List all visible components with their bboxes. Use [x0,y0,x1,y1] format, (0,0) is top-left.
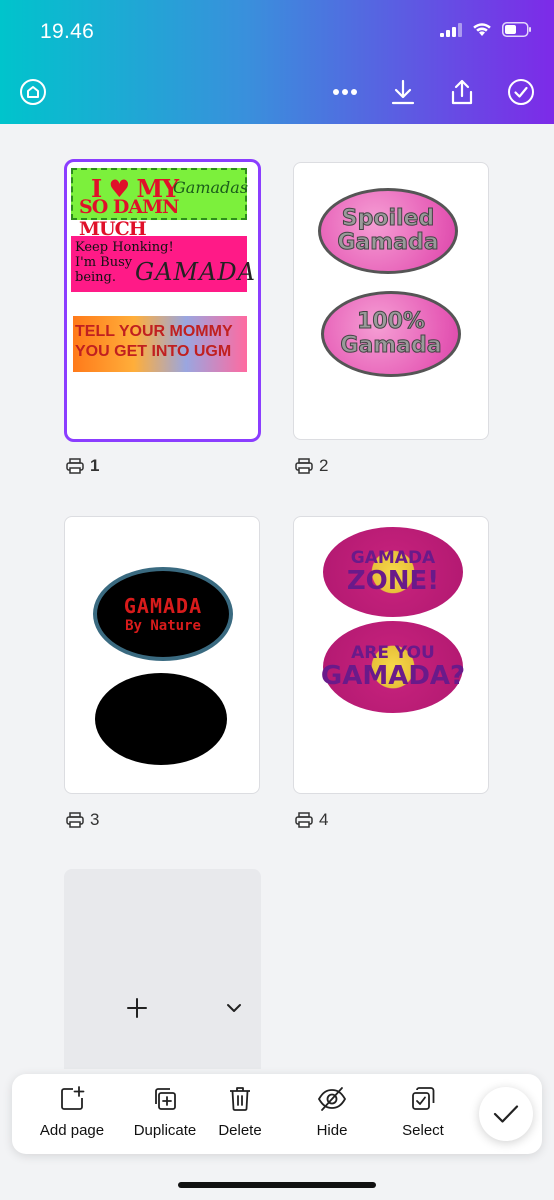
done-check-button[interactable] [503,74,539,110]
sticker-text: ARE YOU [351,643,435,663]
more-dots-icon [333,89,357,95]
printer-icon [66,458,84,474]
sticker-100-gamada: 100% Gamada [321,291,461,377]
sticker-text: ZONE! [346,566,440,596]
download-icon [391,79,415,105]
check-circle-icon [508,79,534,105]
sticker-text: GAMADA [350,548,436,568]
wifi-icon [473,23,491,36]
delete-label: Delete [218,1122,262,1139]
select-button[interactable]: Select [385,1086,461,1139]
sticker-i-love-my-gamadas: I ♥ MY Gamadas SO DAMN MUCH [71,168,249,240]
sticker-gamada-by-nature: GAMADA By Nature [93,567,233,661]
home-button[interactable] [15,74,51,110]
top-header: 19.46 [0,0,554,124]
page-thumbnail-4[interactable]: GAMADA ZONE! ARE YOU GAMADA? [293,516,489,794]
sticker-text: GAMADA? [320,661,466,691]
home-icon [20,79,46,105]
plus-icon[interactable] [126,997,148,1019]
add-page-label: Add page [39,1122,105,1139]
hide-label: Hide [316,1122,348,1139]
download-button[interactable] [385,74,421,110]
share-button[interactable] [444,74,480,110]
page-label-3: 3 [66,810,99,830]
status-time: 19.46 [40,20,95,43]
hide-button[interactable]: Hide [294,1086,370,1139]
sticker-tell-your-mommy: TELL YOUR MOMMY YOU GET INTO UGM [73,316,247,372]
page-thumbnail-2[interactable]: Spoiled Gamada 100% Gamada [293,162,489,440]
confirm-fab-button[interactable] [479,1087,533,1141]
page-actions-toolbar: Add page Duplicate Delete Hide Select [12,1074,542,1154]
add-page-icon [61,1086,85,1110]
share-icon [451,79,473,105]
cellular-signal-icon [440,22,462,37]
battery-icon [502,22,531,37]
page-thumbnail-3[interactable]: GAMADA By Nature [64,516,260,794]
checkmark-icon [493,1105,519,1123]
page-number: 4 [319,810,329,829]
printer-icon [66,812,84,828]
add-page-button[interactable]: Add page [24,1086,120,1139]
sticker-text: SO DAMN MUCH [79,196,180,240]
printer-icon [295,458,313,474]
sticker-gamada-zone: GAMADA ZONE! [323,527,463,617]
page-number: 1 [90,456,100,475]
sticker-are-you-gamada: ARE YOU GAMADA? [320,621,466,713]
page-thumbnail-1[interactable]: I ♥ MY Gamadas SO DAMN MUCH Keep Honking… [64,159,261,442]
more-options-button[interactable] [327,74,363,110]
sticker-text: 100% [357,309,426,334]
sticker-text: By Nature [125,618,201,634]
sticker-text: TELL YOUR MOMMY YOU GET INTO UGM [75,323,233,360]
page-label-4: 4 [295,810,328,830]
sticker-text: GAMADA [123,594,203,618]
delete-button[interactable]: Delete [202,1086,278,1139]
status-icons [440,22,532,37]
page-number: 2 [319,456,329,475]
sticker-spoiled-gamada: Spoiled Gamada [318,188,458,274]
select-label: Select [402,1122,444,1139]
sticker-keep-honking: Keep Honking! I'm Busy being. GAMADA [71,236,255,292]
eye-slash-icon [317,1087,347,1111]
sticker-text: Gamada [337,230,439,255]
sticker-text: Gamada [340,333,442,358]
page-label-2: 2 [295,456,328,476]
sticker-script-text: Gamadas [173,178,249,197]
sticker-text: Spoiled [341,206,435,231]
duplicate-icon [155,1088,176,1110]
select-pages-icon [412,1087,435,1110]
sticker-black-oval [95,673,227,765]
trash-icon [230,1087,250,1111]
page-label-1: 1 [66,456,99,476]
printer-icon [295,812,313,828]
home-indicator [178,1182,376,1188]
duplicate-label: Duplicate [133,1122,197,1139]
chevron-down-icon[interactable] [226,1003,242,1013]
page-number: 3 [90,810,100,829]
add-new-page-tile[interactable] [64,869,261,1069]
sticker-script-text: GAMADA [135,258,256,286]
